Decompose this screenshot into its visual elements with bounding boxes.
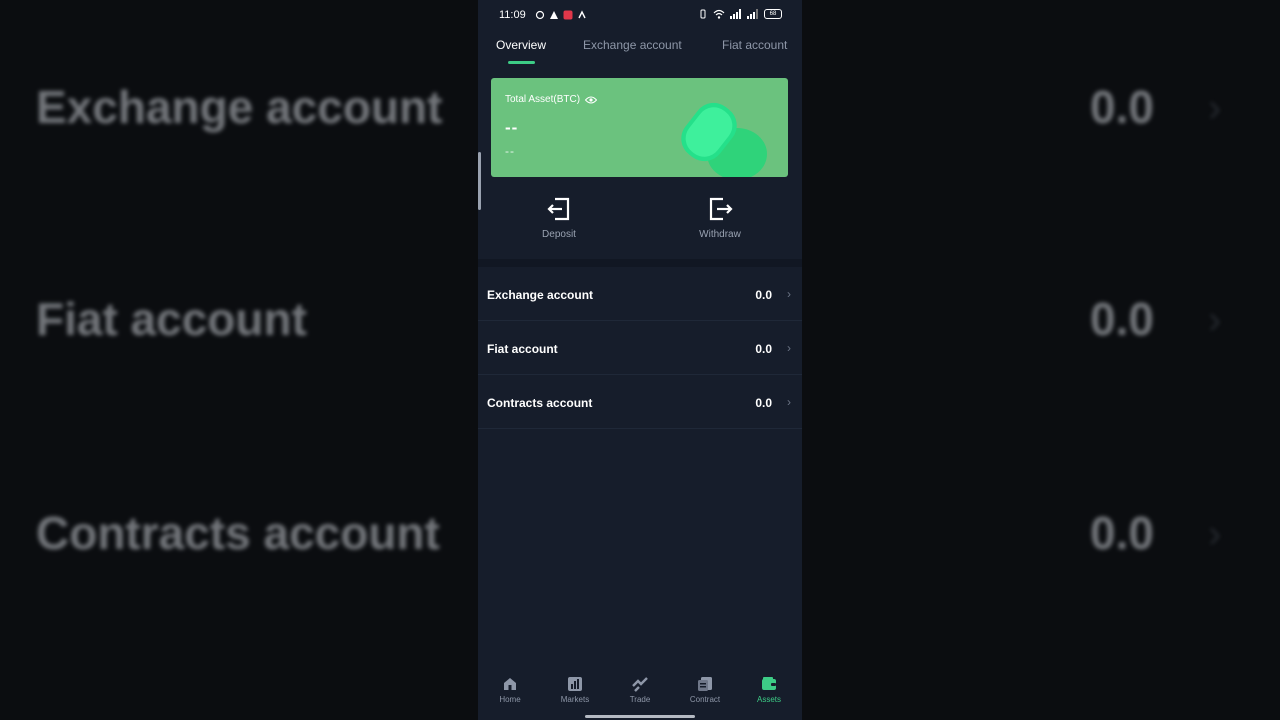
bg-row-value: 0.0 (1090, 507, 1154, 559)
deposit-icon (547, 197, 570, 221)
bg-chevron-right-icon: › (1208, 298, 1222, 342)
nav-markets[interactable]: Markets (550, 676, 600, 704)
withdraw-label: Withdraw (699, 229, 741, 240)
section-divider (478, 259, 802, 267)
notification-icon (563, 10, 573, 20)
bg-row-name: Contracts account (36, 507, 440, 559)
markets-icon (568, 677, 582, 691)
bg-chevron-right-icon: › (1208, 512, 1222, 556)
wallet-illustration (681, 102, 767, 177)
system-icons: 68 (698, 9, 782, 19)
bg-row-value: 0.0 (1090, 81, 1154, 133)
battery-icon: 68 (764, 9, 782, 19)
tab-fiat-account[interactable]: Fiat account (722, 38, 787, 52)
notification-icon (578, 10, 586, 19)
withdraw-button[interactable]: Withdraw (680, 195, 760, 240)
signal-icon (730, 9, 741, 19)
trade-icon (632, 677, 648, 692)
wifi-icon (713, 9, 725, 19)
status-time: 11:09 (499, 9, 526, 21)
gesture-bar (585, 715, 695, 718)
tab-overview[interactable]: Overview (496, 38, 546, 52)
nav-trade[interactable]: Trade (615, 676, 665, 704)
status-bar: 11:09 68 (478, 0, 802, 32)
bottom-navigation: Home Markets Trade Contract Assets (478, 668, 802, 720)
tab-exchange-account[interactable]: Exchange account (583, 38, 682, 52)
account-row-fiat[interactable]: Fiat account 0.0 › (478, 321, 802, 375)
notification-icon (550, 11, 558, 19)
bg-row-name: Exchange account (36, 81, 443, 133)
account-row-exchange[interactable]: Exchange account 0.0 › (478, 267, 802, 321)
account-tabs: Overview Exchange account Fiat account (478, 32, 802, 64)
contract-icon (698, 677, 712, 691)
vibrate-icon (700, 9, 706, 19)
nav-trade-label: Trade (629, 695, 651, 704)
account-balance: 0.0 (755, 342, 772, 356)
notification-icon (535, 10, 545, 20)
total-asset-label: Total Asset(BTC) (505, 94, 581, 105)
assets-icon (762, 677, 776, 690)
active-tab-indicator (508, 61, 535, 64)
total-asset-card: Total Asset(BTC) -- -- (491, 78, 788, 177)
deposit-button[interactable]: Deposit (519, 195, 599, 240)
quick-actions: Deposit Withdraw (478, 190, 802, 250)
nav-assets-label: Assets (756, 695, 781, 704)
bg-chevron-right-icon: › (1208, 86, 1222, 130)
bg-row-value: 0.0 (1090, 293, 1154, 345)
notification-icons (535, 10, 587, 20)
signal-icon (747, 9, 758, 19)
nav-home[interactable]: Home (485, 676, 535, 704)
bg-row-name: Fiat account (36, 293, 307, 345)
phone-screen: 11:09 68 Overview Exchange account Fiat … (478, 0, 802, 720)
nav-assets[interactable]: Assets (744, 676, 794, 704)
chevron-right-icon: › (787, 287, 791, 301)
nav-contract-label: Contract (689, 695, 721, 704)
deposit-label: Deposit (542, 229, 576, 240)
nav-contract[interactable]: Contract (680, 676, 730, 704)
account-balance: 0.0 (755, 396, 772, 410)
chevron-right-icon: › (787, 341, 791, 355)
nav-markets-label: Markets (560, 695, 590, 704)
account-balance: 0.0 (755, 288, 772, 302)
account-list: Exchange account 0.0 › Fiat account 0.0 … (478, 267, 802, 429)
nav-home-label: Home (499, 695, 521, 704)
home-icon (504, 678, 516, 690)
account-name: Contracts account (487, 396, 593, 410)
total-asset-fiat-value: -- (505, 144, 515, 158)
account-name: Exchange account (487, 288, 594, 302)
account-name: Fiat account (487, 342, 558, 356)
account-row-contracts[interactable]: Contracts account 0.0 › (478, 375, 802, 429)
total-asset-label-row: Total Asset(BTC) (505, 94, 598, 105)
total-asset-value: -- (505, 118, 519, 137)
withdraw-icon (709, 197, 733, 221)
eye-icon[interactable] (585, 96, 598, 104)
chevron-right-icon: › (787, 395, 791, 409)
